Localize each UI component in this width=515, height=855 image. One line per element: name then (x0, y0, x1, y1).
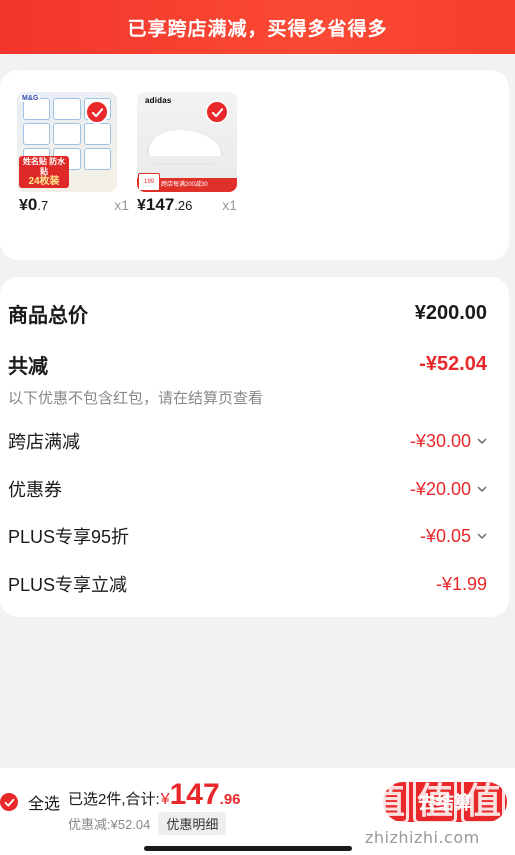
discount-value: -¥30.00 (409, 430, 471, 451)
select-all-toggle[interactable]: 全选 (0, 790, 60, 814)
discount-note: 以下优惠不包含红包，请在结算页查看 (8, 390, 264, 407)
discount-label: PLUS专享立减 (8, 575, 128, 595)
promo-banner-text: 已享跨店满减，买得多省得多 (127, 18, 388, 40)
product-quantity: x1 (114, 197, 129, 213)
selected-check-icon[interactable] (205, 100, 229, 124)
product-price-line: ¥0.7 x1 (19, 195, 129, 215)
promo-small-text: 姓名贴 防水贴 (22, 157, 66, 176)
brand-logo: M&G (20, 95, 41, 102)
saved-amount: 优惠减:¥52.04 (68, 817, 151, 832)
total-currency: ¥ (160, 791, 170, 808)
total-price-row: 商品总价 ¥200.00 (8, 299, 487, 328)
product-price-line: ¥147.26 x1 (137, 195, 237, 215)
product-image-shoe[interactable]: adidas 跨店每满200减30 199 (137, 92, 237, 192)
adidas-logo: adidas (145, 96, 172, 105)
discount-row-plus-95[interactable]: PLUS专享95折 -¥0.05 (8, 523, 487, 549)
chevron-down-icon[interactable] (473, 533, 487, 539)
total-price-label: 商品总价 (8, 305, 88, 327)
chevron-down-icon[interactable] (473, 438, 487, 444)
product-image-stickers[interactable]: M&G 姓名贴 防水贴 24枚装 (17, 92, 117, 192)
selected-products-card: M&G 姓名贴 防水贴 24枚装 adidas 跨店每满200减30 199 ¥… (0, 70, 509, 260)
order-total: 已选2件,合计: ¥ 147 .96 (68, 778, 241, 812)
product-promo-label: 姓名贴 防水贴 24枚装 (19, 156, 69, 188)
total-reduction-label: 共减 (8, 356, 48, 378)
total-reduction-row: 共减 -¥52.04 (8, 350, 487, 379)
checkout-button[interactable]: 去结算 (383, 782, 507, 822)
discount-value: -¥1.99 (435, 573, 487, 594)
checkout-bar: 全选 已选2件,合计: ¥ 147 .96 优惠减:¥52.04 优惠明细 去结… (0, 768, 515, 855)
selected-count-text: 已选2件,合计: (68, 791, 160, 808)
total-integer: 147 (169, 778, 220, 811)
product-quantity: x1 (222, 197, 237, 213)
discount-value: -¥0.05 (419, 525, 471, 546)
discount-value: -¥20.00 (409, 478, 471, 499)
chevron-down-icon[interactable] (473, 486, 487, 492)
discount-row-coupon[interactable]: 优惠券 -¥20.00 (8, 476, 487, 502)
total-reduction-value: -¥52.04 (419, 353, 487, 375)
shoe-sole (147, 156, 225, 163)
promo-banner: 已享跨店满减，买得多省得多 (0, 0, 515, 54)
saved-amount-line: 优惠减:¥52.04 优惠明细 (68, 812, 227, 835)
check-circle-icon[interactable] (0, 793, 18, 811)
select-all-label: 全选 (28, 796, 61, 813)
promo-big-text: 24枚装 (28, 176, 60, 187)
product-price: ¥147.26 (137, 195, 193, 214)
discount-row-plus-reduce: PLUS专享立减 -¥1.99 (8, 571, 487, 597)
discount-label: PLUS专享95折 (8, 527, 130, 547)
discount-label: 跨店满减 (8, 432, 80, 452)
selected-check-icon[interactable] (85, 100, 109, 124)
shoe-promo-price-tag: 199 (138, 173, 160, 191)
total-price-value: ¥200.00 (414, 302, 487, 324)
total-decimal: .96 (219, 791, 241, 808)
home-indicator[interactable] (144, 846, 352, 851)
discount-label: 优惠券 (8, 480, 62, 500)
discount-row-cross-store[interactable]: 跨店满减 -¥30.00 (8, 428, 487, 454)
product-price: ¥0.7 (19, 195, 49, 214)
product-item-stickers[interactable]: M&G 姓名贴 防水贴 24枚装 (17, 92, 117, 192)
product-item-shoe[interactable]: adidas 跨店每满200减30 199 (137, 92, 237, 192)
discount-detail-button[interactable]: 优惠明细 (158, 812, 227, 835)
price-summary-card: 商品总价 ¥200.00 共减 -¥52.04 以下优惠不包含红包，请在结算页查… (0, 277, 509, 617)
